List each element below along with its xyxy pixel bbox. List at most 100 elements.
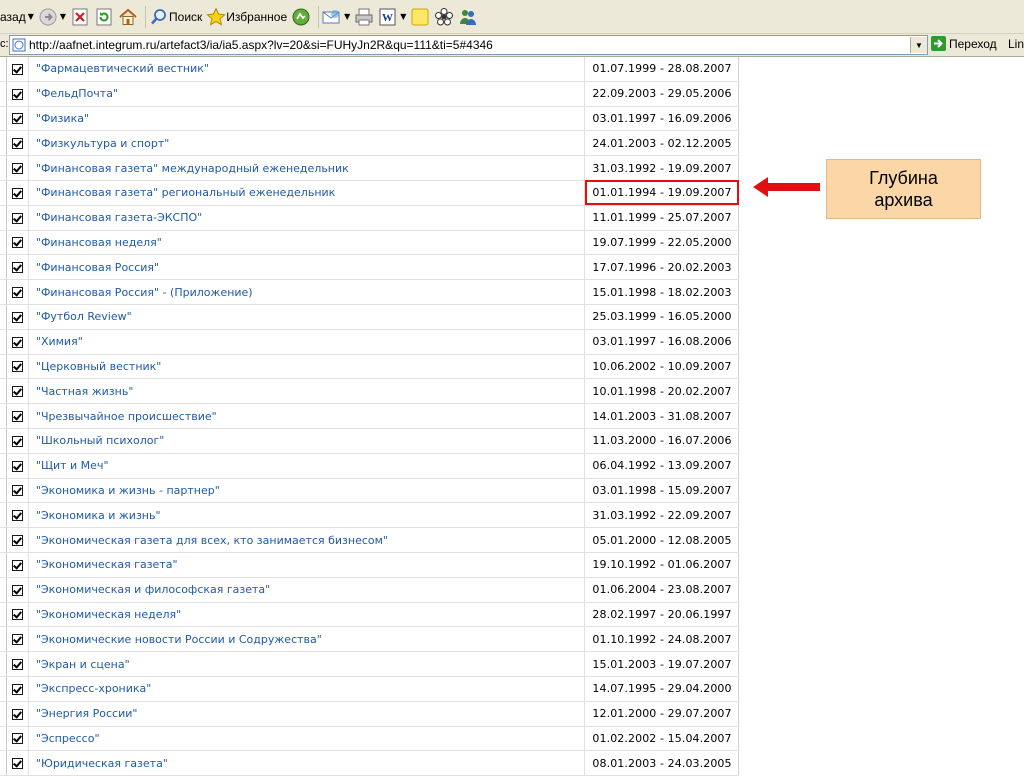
favorites-label: Избранное <box>226 9 288 24</box>
journal-title-link[interactable]: "Футбол Review" <box>28 304 586 330</box>
back-dropdown-icon[interactable]: ▼ <box>28 12 34 21</box>
row-checkbox[interactable] <box>11 485 23 497</box>
row-checkbox[interactable] <box>11 237 23 249</box>
journal-title-link[interactable]: "Экспресс-хроника" <box>28 676 586 702</box>
row-checkbox[interactable] <box>11 683 23 695</box>
refresh-button[interactable] <box>94 4 114 30</box>
row-checkbox[interactable] <box>11 361 23 373</box>
table-row: "Финансовая Россия" 17.07.1996 - 20.02.20… <box>0 254 739 281</box>
archive-date-range: 19.07.1999 - 22.05.2000 <box>584 230 739 256</box>
journal-title-link[interactable]: "Физкультура и спорт" <box>28 130 586 157</box>
row-checkbox[interactable] <box>11 63 23 75</box>
stop-button[interactable] <box>70 4 90 30</box>
journal-title-link[interactable]: "Экономика и жизнь" <box>28 502 586 529</box>
forward-dropdown-icon[interactable]: ▼ <box>60 12 66 21</box>
home-icon <box>118 7 138 27</box>
row-checkbox[interactable] <box>11 113 23 125</box>
home-button[interactable] <box>118 4 138 30</box>
search-button[interactable]: Поиск <box>149 4 202 30</box>
row-checkbox[interactable] <box>11 287 23 299</box>
row-checkbox[interactable] <box>11 88 23 100</box>
address-dropdown-icon[interactable]: ▼ <box>910 37 927 53</box>
edit-dropdown-icon[interactable]: ▼ <box>400 12 406 21</box>
row-checkbox[interactable] <box>11 163 23 175</box>
mail-dropdown-icon[interactable]: ▼ <box>344 12 350 21</box>
journal-title-link[interactable]: "Финансовая газета-ЭКСПО" <box>28 205 586 231</box>
row-checkbox[interactable] <box>11 311 23 323</box>
links-label[interactable]: Lin <box>1008 37 1024 51</box>
row-checkbox[interactable] <box>11 212 23 224</box>
messenger-button[interactable] <box>458 4 478 30</box>
row-checkbox[interactable] <box>11 138 23 150</box>
journal-title-link[interactable]: "Эспрессо" <box>28 726 586 752</box>
journal-title-link[interactable]: "Финансовая неделя" <box>28 230 586 256</box>
journal-table: "Фармацевтический вестник" 01.07.1999 - 2… <box>0 57 739 776</box>
address-input[interactable]: http://aafnet.integrum.ru/artefact3/ia/i… <box>9 35 928 55</box>
journal-title-link[interactable]: "Экономическая газета для всех, кто зани… <box>28 527 586 553</box>
discuss-button[interactable] <box>410 4 430 30</box>
mail-button[interactable]: ▼ <box>322 4 350 30</box>
row-checkbox[interactable] <box>11 460 23 472</box>
journal-title-link[interactable]: "Церковный вестник" <box>28 354 586 380</box>
row-checkbox[interactable] <box>11 609 23 621</box>
row-checkbox-cell <box>6 354 29 380</box>
row-checkbox-cell <box>6 279 29 305</box>
row-checkbox[interactable] <box>11 435 23 447</box>
row-checkbox[interactable] <box>11 386 23 398</box>
research-button[interactable] <box>434 4 454 30</box>
journal-title-link[interactable]: "Экономическая и философская газета" <box>28 577 586 603</box>
row-checkbox-cell <box>6 552 29 578</box>
row-checkbox[interactable] <box>11 634 23 646</box>
row-checkbox-cell <box>6 304 29 330</box>
journal-title-link[interactable]: "Финансовая Россия" - (Приложение) <box>28 279 586 305</box>
row-checkbox-cell <box>6 378 29 405</box>
row-checkbox-cell <box>6 626 29 653</box>
journal-title-link[interactable]: "Частная жизнь" <box>28 378 586 405</box>
archive-date-range: 08.01.2003 - 24.03.2005 <box>584 750 739 776</box>
journal-title-link[interactable]: "Финансовая газета" региональный еженеде… <box>28 180 586 206</box>
browser-toolbar: азад ▼ ▼ Поиск Избранное ▼ W ▼ <box>0 0 1024 34</box>
journal-title-link[interactable]: "Физика" <box>28 106 586 132</box>
print-button[interactable] <box>354 4 374 30</box>
address-url[interactable]: http://aafnet.integrum.ru/artefact3/ia/i… <box>29 38 910 52</box>
row-checkbox-cell <box>6 651 29 677</box>
table-row: "Экономическая и философская газета" 01.0… <box>0 577 739 603</box>
table-row: "Экономика и жизнь - партнер" 03.01.1998 … <box>0 478 739 504</box>
journal-title-link[interactable]: "Фармацевтический вестник" <box>28 57 586 82</box>
journal-title-link[interactable]: "Экономика и жизнь - партнер" <box>28 478 586 504</box>
table-row: "Экран и сцена" 15.01.2003 - 19.07.2007 <box>0 651 739 677</box>
back-button[interactable]: азад ▼ <box>0 4 34 30</box>
journal-title-link[interactable]: "Экран и сцена" <box>28 651 586 677</box>
row-checkbox[interactable] <box>11 336 23 348</box>
printer-icon <box>354 7 374 27</box>
favorites-button[interactable]: Избранное <box>206 4 287 30</box>
edit-button[interactable]: W ▼ <box>378 4 406 30</box>
row-checkbox[interactable] <box>11 733 23 745</box>
row-checkbox[interactable] <box>11 411 23 423</box>
journal-title-link[interactable]: "Финансовая газета" международный еженед… <box>28 155 586 181</box>
journal-title-link[interactable]: "Экономические новости России и Содружес… <box>28 626 586 653</box>
row-checkbox[interactable] <box>11 535 23 547</box>
journal-title-link[interactable]: "Экономическая неделя" <box>28 602 586 628</box>
media-button[interactable] <box>291 4 311 30</box>
row-checkbox[interactable] <box>11 559 23 571</box>
row-checkbox[interactable] <box>11 187 23 199</box>
archive-date-range: 31.03.1992 - 19.09.2007 <box>584 155 739 181</box>
journal-title-link[interactable]: "Финансовая Россия" <box>28 254 586 281</box>
row-checkbox[interactable] <box>11 262 23 274</box>
journal-title-link[interactable]: "Экономическая газета" <box>28 552 586 578</box>
row-checkbox[interactable] <box>11 510 23 522</box>
row-checkbox[interactable] <box>11 708 23 720</box>
journal-title-link[interactable]: "Школьный психолог" <box>28 428 586 454</box>
journal-title-link[interactable]: "Щит и Меч" <box>28 453 586 479</box>
go-button[interactable]: Переход <box>931 36 997 51</box>
journal-title-link[interactable]: "Чрезвычайное происшествие" <box>28 403 586 429</box>
row-checkbox[interactable] <box>11 584 23 596</box>
journal-title-link[interactable]: "Юридическая газета" <box>28 750 586 776</box>
journal-title-link[interactable]: "ФельдПочта" <box>28 81 586 107</box>
journal-title-link[interactable]: "Химия" <box>28 329 586 355</box>
table-row: "Финансовая газета" региональный еженеде… <box>0 180 739 206</box>
forward-button[interactable]: ▼ <box>38 4 66 30</box>
journal-title-link[interactable]: "Энергия России" <box>28 701 586 727</box>
row-checkbox[interactable] <box>11 659 23 671</box>
